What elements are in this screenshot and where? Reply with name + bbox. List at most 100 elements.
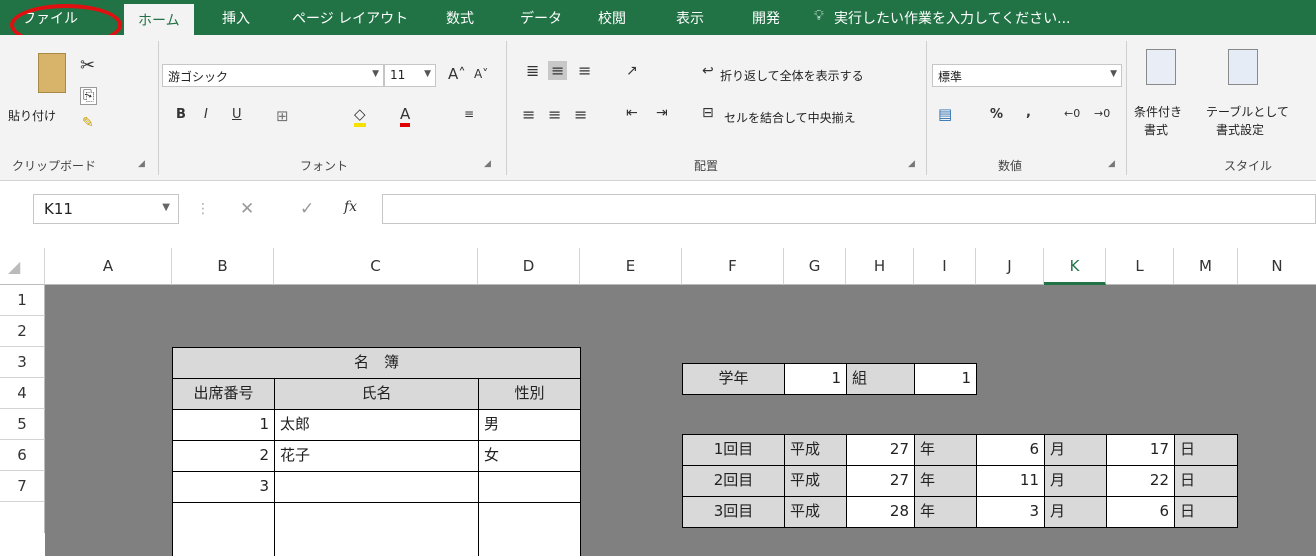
merge-center-icon[interactable]: ⊟ (702, 105, 714, 121)
roster-header-gender[interactable]: 性別 (478, 378, 581, 410)
column-header-g[interactable]: G (784, 248, 846, 285)
select-all-corner[interactable]: ◢ (0, 248, 45, 285)
roster-cell-gender[interactable] (478, 502, 581, 556)
name-box[interactable]: K11 ▼ (33, 194, 179, 224)
row-header-4[interactable]: 4 (0, 378, 45, 409)
session-month[interactable]: 3 (976, 496, 1045, 528)
increase-indent-icon[interactable]: ⇥ (656, 105, 668, 121)
underline-button[interactable]: U (232, 107, 242, 122)
format-as-table-icon[interactable] (1228, 49, 1258, 85)
class-value[interactable]: 1 (914, 363, 977, 395)
number-format-select[interactable]: 標準 ▼ (932, 64, 1122, 87)
font-color-icon[interactable]: A (400, 105, 411, 127)
column-header-k[interactable]: K (1044, 248, 1106, 285)
dialog-launcher-icon[interactable]: ◢ (908, 159, 915, 169)
session-year-unit[interactable]: 年 (914, 496, 977, 528)
roster-cell-number[interactable]: 3 (172, 471, 275, 503)
italic-button[interactable]: I (204, 107, 208, 122)
row-header-1[interactable]: 1 (0, 285, 45, 316)
bold-button[interactable]: B (176, 107, 186, 122)
column-header-n[interactable]: N (1238, 248, 1316, 285)
copy-icon[interactable]: ⎘ (80, 87, 98, 105)
row-header-6[interactable]: 6 (0, 440, 45, 471)
dialog-launcher-icon[interactable]: ◢ (1108, 159, 1115, 169)
grade-label[interactable]: 学年 (682, 363, 785, 395)
session-day-unit[interactable]: 日 (1174, 465, 1238, 497)
tab-view[interactable]: 表示 (676, 8, 704, 28)
conditional-formatting-label-1[interactable]: 条件付き (1134, 103, 1182, 120)
roster-cell-name[interactable] (274, 502, 479, 556)
cancel-icon[interactable]: ✕ (240, 199, 254, 219)
row-header-7[interactable]: 7 (0, 471, 45, 502)
session-era[interactable]: 平成 (784, 496, 847, 528)
orientation-icon[interactable]: ↗ (626, 63, 638, 79)
accounting-format-icon[interactable]: ▤ (938, 105, 952, 123)
roster-cell-number[interactable]: 1 (172, 409, 275, 441)
decrease-indent-icon[interactable]: ⇤ (626, 105, 638, 121)
tab-page-layout[interactable]: ページ レイアウト (292, 8, 408, 28)
tab-home[interactable]: ホーム (124, 4, 194, 35)
session-label[interactable]: 2回目 (682, 465, 785, 497)
roster-cell-number[interactable]: 2 (172, 440, 275, 472)
session-month-unit[interactable]: 月 (1044, 496, 1107, 528)
decrease-decimal-icon[interactable]: →0 (1094, 107, 1110, 120)
phonetic-guide-icon[interactable]: ≡ (464, 107, 474, 121)
format-painter-icon[interactable]: ✎ (82, 115, 94, 131)
font-size-select[interactable]: 11 ▼ (384, 64, 436, 87)
paste-label[interactable]: 貼り付け (8, 107, 56, 124)
row-header-8[interactable] (0, 502, 45, 533)
tab-review[interactable]: 校閲 (598, 8, 626, 28)
paste-icon[interactable] (38, 53, 66, 93)
font-name-select[interactable]: 游ゴシック ▼ (162, 64, 384, 87)
session-month[interactable]: 11 (976, 465, 1045, 497)
row-header-3[interactable]: 3 (0, 347, 45, 378)
column-header-b[interactable]: B (172, 248, 274, 285)
borders-icon[interactable]: ⊞ (276, 107, 289, 125)
session-month[interactable]: 6 (976, 434, 1045, 466)
column-header-f[interactable]: F (682, 248, 784, 285)
roster-cell-name[interactable] (274, 471, 479, 503)
scissors-icon[interactable]: ✂ (80, 55, 95, 76)
align-middle-icon[interactable]: ≡ (548, 61, 568, 80)
session-label[interactable]: 1回目 (682, 434, 785, 466)
tab-formulas[interactable]: 数式 (446, 8, 474, 28)
enter-icon[interactable]: ✓ (300, 199, 314, 219)
session-month-unit[interactable]: 月 (1044, 434, 1107, 466)
roster-cell-gender[interactable] (478, 471, 581, 503)
session-day[interactable]: 17 (1106, 434, 1175, 466)
session-day[interactable]: 22 (1106, 465, 1175, 497)
dialog-launcher-icon[interactable]: ◢ (484, 159, 491, 169)
column-header-i[interactable]: I (914, 248, 976, 285)
roster-header-name[interactable]: 氏名 (274, 378, 479, 410)
column-header-j[interactable]: J (976, 248, 1044, 285)
align-center-icon[interactable]: ≡ (548, 105, 561, 124)
tab-data[interactable]: データ (520, 8, 562, 28)
format-as-table-label-2[interactable]: 書式設定 (1216, 121, 1264, 138)
tell-me-search[interactable]: 実行したい作業を入力してください... (834, 8, 1071, 28)
align-top-icon[interactable]: ≣ (526, 61, 539, 80)
grade-value[interactable]: 1 (784, 363, 847, 395)
conditional-formatting-icon[interactable] (1146, 49, 1176, 85)
roster-cell-gender[interactable]: 女 (478, 440, 581, 472)
tab-file[interactable]: ファイル (22, 8, 78, 28)
session-day[interactable]: 6 (1106, 496, 1175, 528)
align-right-icon[interactable]: ≡ (574, 105, 587, 124)
session-label[interactable]: 3回目 (682, 496, 785, 528)
roster-header-number[interactable]: 出席番号 (172, 378, 275, 410)
session-month-unit[interactable]: 月 (1044, 465, 1107, 497)
cell-area[interactable]: 名 簿 出席番号 氏名 性別 1 太郎 男 2 花子 女 3 学年 1 組 1 … (45, 285, 1316, 556)
tab-developer[interactable]: 開発 (752, 8, 780, 28)
align-bottom-icon[interactable]: ≡ (578, 61, 591, 80)
roster-cell-number[interactable] (172, 502, 275, 556)
dialog-launcher-icon[interactable]: ◢ (138, 159, 145, 169)
session-year-unit[interactable]: 年 (914, 465, 977, 497)
roster-cell-name[interactable]: 花子 (274, 440, 479, 472)
roster-cell-name[interactable]: 太郎 (274, 409, 479, 441)
increase-font-icon[interactable]: A˄ (448, 65, 466, 83)
column-header-c[interactable]: C (274, 248, 478, 285)
merge-center-button[interactable]: セルを結合して中央揃え (724, 109, 856, 126)
column-header-h[interactable]: H (846, 248, 914, 285)
session-day-unit[interactable]: 日 (1174, 496, 1238, 528)
wrap-text-button[interactable]: 折り返して全体を表示する (720, 67, 864, 84)
roster-cell-gender[interactable]: 男 (478, 409, 581, 441)
